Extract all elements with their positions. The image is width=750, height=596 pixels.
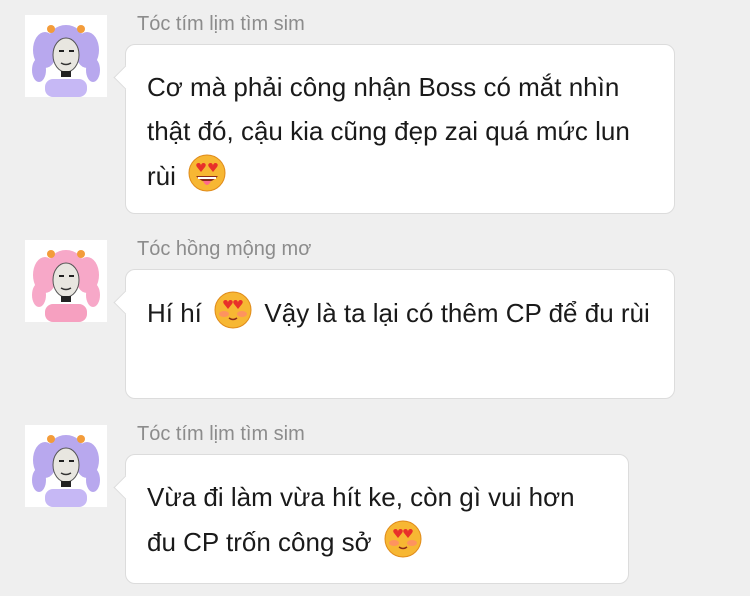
avatar[interactable] bbox=[25, 240, 107, 322]
avatar[interactable] bbox=[25, 15, 107, 97]
avatar-pink-hair-icon bbox=[32, 250, 100, 322]
blushing-heart-eyes-emoji-icon bbox=[383, 519, 423, 559]
heart-eyes-drooling-emoji-icon bbox=[187, 153, 227, 193]
sender-name: Tóc hồng mộng mơ bbox=[137, 238, 312, 260]
sender-name: Tóc tím lịm tìm sim bbox=[137, 13, 305, 35]
avatar-purple-hair-icon bbox=[32, 435, 100, 507]
blushing-heart-eyes-emoji-icon bbox=[213, 290, 253, 330]
message-text: Hí hí bbox=[147, 298, 202, 328]
message-bubble[interactable]: Vừa đi làm vừa hít ke, còn gì vui hơn đu… bbox=[125, 454, 629, 584]
message-text-tail: Vậy là ta lại có thêm CP để đu rùi bbox=[264, 298, 650, 328]
avatar[interactable] bbox=[25, 425, 107, 507]
avatar-purple-hair-icon bbox=[32, 25, 100, 97]
message-text: Vừa đi làm vừa hít ke, còn gì vui hơn đu… bbox=[147, 482, 575, 557]
message-bubble[interactable]: Hí hí Vậy là ta lại có thêm CP để đu rùi bbox=[125, 269, 675, 399]
sender-name: Tóc tím lịm tìm sim bbox=[137, 423, 305, 445]
message-bubble[interactable]: Cơ mà phải công nhận Boss có mắt nhìn th… bbox=[125, 44, 675, 214]
